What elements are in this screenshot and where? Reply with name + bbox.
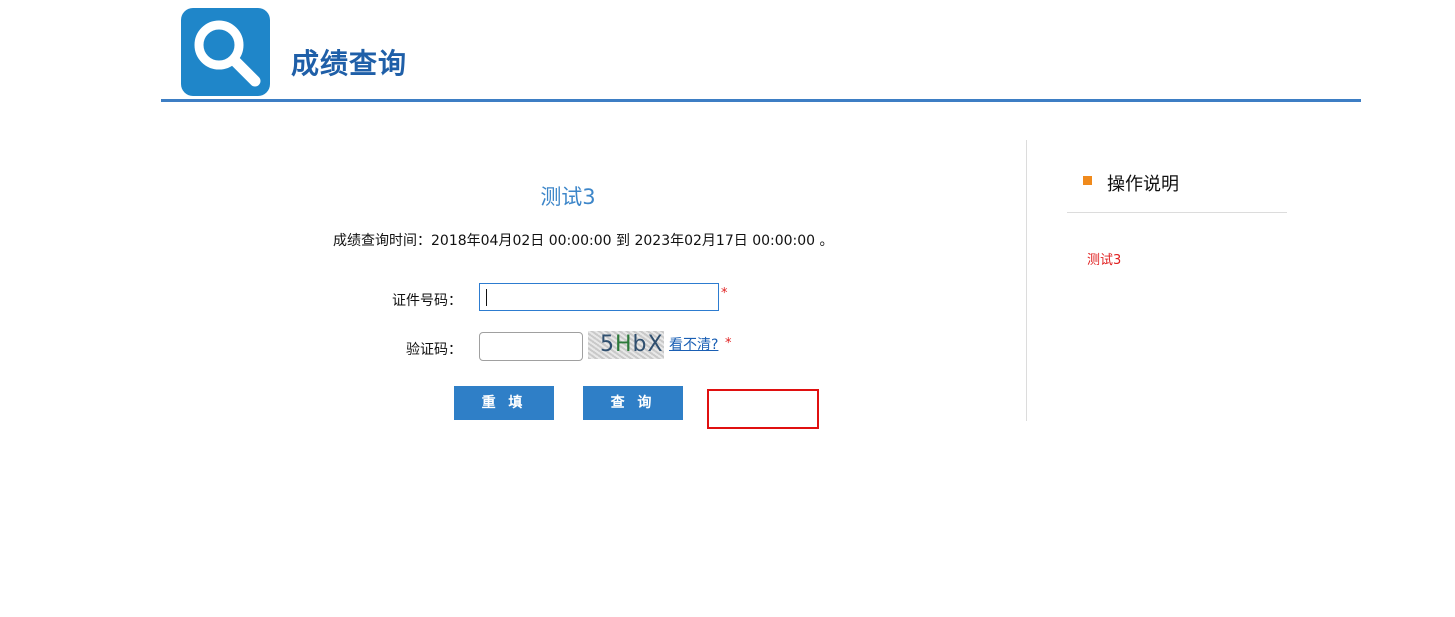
refresh-captcha-link[interactable]: 看不清? <box>669 334 718 354</box>
query-time-text: 成绩查询时间：2018年04月02日 00:00:00 到 2023年02月17… <box>333 233 834 249</box>
captcha-label: 验证码： <box>406 342 462 358</box>
exam-title: 测试3 <box>540 185 596 209</box>
page-title: 成绩查询 <box>291 47 408 80</box>
captcha-image[interactable]: 5HbX <box>588 331 664 359</box>
square-bullet-icon <box>1083 176 1092 185</box>
reset-button[interactable]: 重 填 <box>454 386 554 420</box>
id-number-input[interactable] <box>479 283 719 311</box>
id-number-label: 证件号码： <box>392 293 462 309</box>
sidebar-title: 操作说明 <box>1107 174 1179 195</box>
app-logo <box>181 8 270 96</box>
required-mark: * <box>725 336 732 351</box>
magnifier-icon <box>194 20 261 87</box>
sidebar-divider <box>1026 140 1027 421</box>
header-divider <box>161 99 1361 102</box>
query-button[interactable]: 查 询 <box>583 386 683 420</box>
captcha-code: 5HbX <box>600 332 664 357</box>
captcha-input[interactable] <box>479 332 583 361</box>
highlight-box <box>707 389 819 429</box>
required-mark: * <box>721 286 728 301</box>
sidebar-item: 测试3 <box>1087 253 1122 268</box>
text-caret <box>486 289 487 306</box>
sidebar-rule <box>1067 212 1287 213</box>
